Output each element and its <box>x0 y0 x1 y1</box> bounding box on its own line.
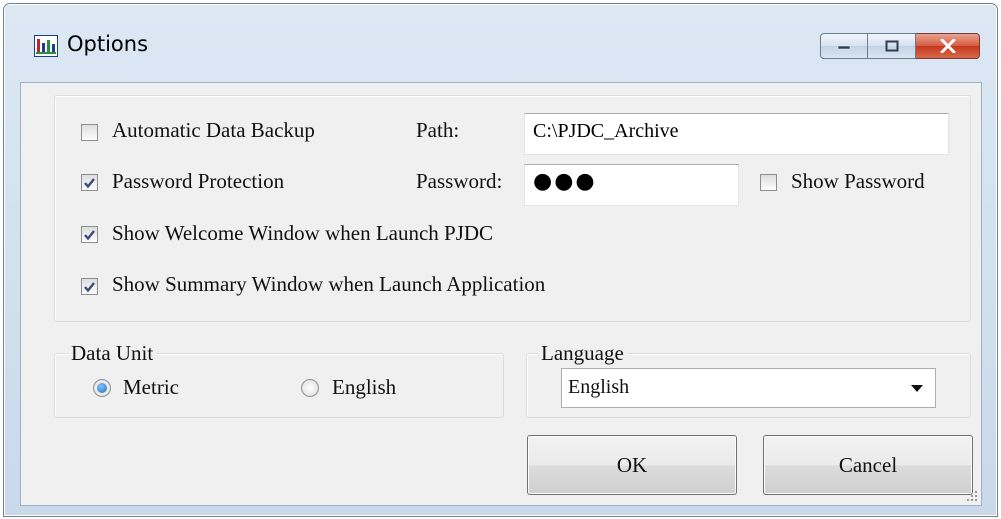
ok-button[interactable]: OK <box>527 435 737 495</box>
auto-backup-label: Automatic Data Backup <box>112 118 315 142</box>
show-welcome-label: Show Welcome Window when Launch PJDC <box>112 221 494 245</box>
options-dialog: Options Automatic Data Backup Path: C:\P… <box>3 3 998 517</box>
cancel-button[interactable]: Cancel <box>763 435 973 495</box>
show-password-checkbox[interactable] <box>760 174 777 191</box>
maximize-icon <box>885 40 898 52</box>
show-welcome-checkbox[interactable] <box>81 226 98 243</box>
path-input[interactable]: C:\PJDC_Archive <box>524 113 949 155</box>
resize-grip-icon[interactable] <box>966 490 978 502</box>
data-unit-title: Data Unit <box>68 341 157 366</box>
window-title: Options <box>67 32 149 56</box>
language-title: Language <box>538 341 627 366</box>
show-summary-label: Show Summary Window when Launch Applicat… <box>112 272 546 296</box>
path-label: Path: <box>416 118 460 142</box>
bar-chart-icon <box>34 35 58 57</box>
chevron-down-icon <box>911 385 923 392</box>
password-protection-checkbox[interactable] <box>81 174 98 191</box>
metric-radio[interactable] <box>93 379 111 397</box>
english-radio[interactable] <box>301 379 319 397</box>
language-select[interactable]: English <box>561 368 936 408</box>
checkmark-icon <box>84 281 95 292</box>
close-icon <box>940 39 955 53</box>
show-summary-checkbox[interactable] <box>81 278 98 295</box>
checkmark-icon <box>84 177 95 188</box>
english-unit-label: English <box>332 375 397 399</box>
dialog-body: Automatic Data Backup Path: C:\PJDC_Arch… <box>20 82 982 506</box>
minimize-icon <box>837 45 851 50</box>
password-label: Password: <box>416 169 503 193</box>
password-input[interactable]: ●●● <box>524 164 739 206</box>
checkmark-icon <box>84 229 95 240</box>
maximize-button[interactable] <box>868 33 916 59</box>
close-button[interactable] <box>916 33 980 59</box>
title-bar[interactable]: Options <box>4 4 997 80</box>
show-password-label: Show Password <box>791 169 925 193</box>
auto-backup-checkbox[interactable] <box>81 124 98 141</box>
password-protection-label: Password Protection <box>112 169 285 193</box>
metric-label: Metric <box>123 375 179 399</box>
minimize-button[interactable] <box>820 33 868 59</box>
language-selected-value: English <box>568 376 630 398</box>
